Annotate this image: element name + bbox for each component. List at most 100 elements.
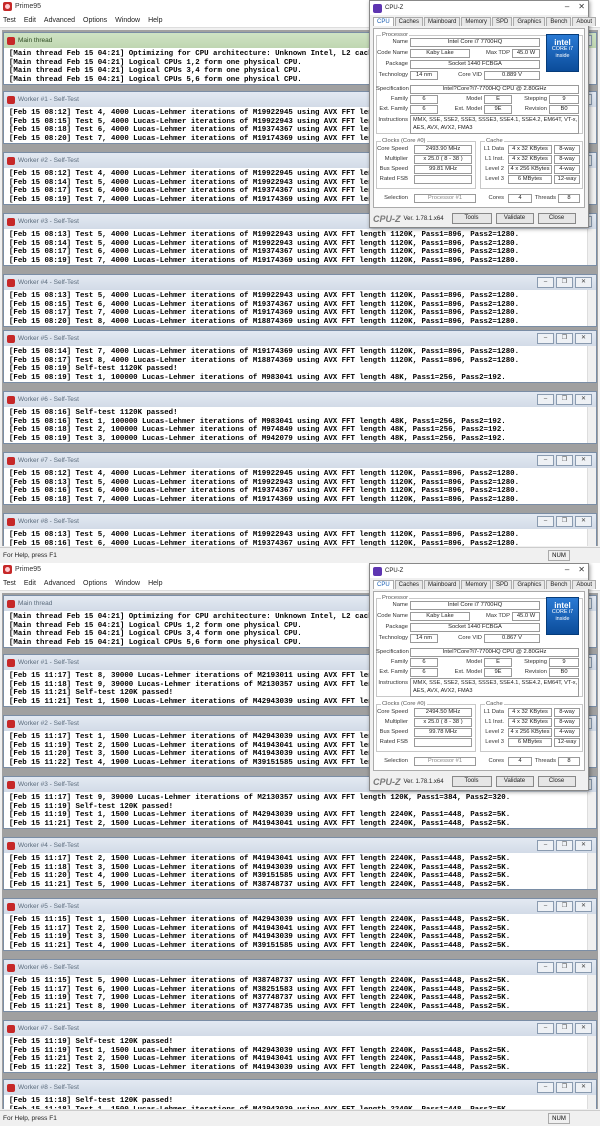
cpuz-titlebar[interactable]: CPU-Z – ✕: [370, 1, 588, 15]
close-icon[interactable]: ✕: [575, 394, 592, 405]
menu-advanced[interactable]: Advanced: [44, 580, 75, 587]
processor-select[interactable]: Processor #1: [414, 757, 476, 766]
tab-mainboard[interactable]: Mainboard: [424, 580, 461, 589]
cpuz-titlebar[interactable]: CPU-Z – ✕: [370, 564, 588, 578]
vertical-scrollbar[interactable]: [587, 529, 596, 546]
minimize-icon[interactable]: –: [537, 277, 554, 288]
close-icon[interactable]: ✕: [578, 2, 585, 11]
minimize-icon[interactable]: –: [537, 516, 554, 527]
menu-test[interactable]: Test: [3, 580, 16, 587]
minimize-icon[interactable]: –: [565, 2, 569, 11]
child-window-worker-5-self-test[interactable]: Worker #5 - Self-Test – ❐ ✕ [Feb 15 08:14] T…: [3, 330, 597, 383]
tab-graphics[interactable]: Graphics: [513, 580, 546, 589]
menu-window[interactable]: Window: [115, 17, 140, 24]
validate-button[interactable]: Validate: [495, 213, 534, 224]
restore-icon[interactable]: ❐: [556, 455, 573, 466]
close-icon[interactable]: ✕: [575, 1082, 592, 1093]
tab-mainboard[interactable]: Mainboard: [424, 17, 461, 26]
child-window-worker-4-self-test[interactable]: Worker #4 - Self-Test – ❐ ✕ [Feb 15 08:13] T…: [3, 274, 597, 327]
cpuz-window[interactable]: CPU-Z – ✕ CPU Caches Mainboard Memory SPD Graphi…: [369, 0, 597, 228]
close-button[interactable]: Close: [537, 776, 576, 787]
minimize-icon[interactable]: –: [565, 565, 569, 574]
child-window-worker-4-self-test[interactable]: Worker #4 - Self-Test – ❐ ✕ [Feb 15 11:17] T…: [3, 837, 597, 890]
tab-about[interactable]: About: [572, 17, 597, 26]
child-titlebar[interactable]: Worker #7 - Self-Test – ❐ ✕: [4, 453, 596, 468]
tab-memory[interactable]: Memory: [461, 17, 492, 26]
minimize-icon[interactable]: –: [537, 394, 554, 405]
vertical-scrollbar[interactable]: [587, 914, 596, 950]
close-icon[interactable]: ✕: [575, 901, 592, 912]
menu-window[interactable]: Window: [115, 580, 140, 587]
child-window-worker-6-self-test[interactable]: Worker #6 - Self-Test – ❐ ✕ [Feb 15 11:15] T…: [3, 959, 597, 1012]
tab-caches[interactable]: Caches: [394, 580, 424, 589]
tab-cpu[interactable]: CPU: [373, 17, 394, 26]
child-window-worker-8-self-test[interactable]: Worker #8 - Self-Test – ❐ ✕ [Feb 15 08:13] T…: [3, 513, 597, 546]
child-titlebar[interactable]: Worker #8 - Self-Test – ❐ ✕: [4, 514, 596, 529]
close-icon[interactable]: ✕: [575, 455, 592, 466]
child-window-worker-7-self-test[interactable]: Worker #7 - Self-Test – ❐ ✕ [Feb 15 11:19] S…: [3, 1020, 597, 1073]
cpuz-window[interactable]: CPU-Z – ✕ CPU Caches Mainboard Memory SPD Graphi…: [369, 563, 597, 791]
minimize-icon[interactable]: –: [537, 962, 554, 973]
menu-test[interactable]: Test: [3, 17, 16, 24]
processor-select[interactable]: Processor #1: [414, 194, 476, 203]
tab-spd[interactable]: SPD: [492, 580, 513, 589]
close-icon[interactable]: ✕: [575, 333, 592, 344]
close-button[interactable]: Close: [537, 213, 576, 224]
child-titlebar[interactable]: Worker #7 - Self-Test – ❐ ✕: [4, 1021, 596, 1036]
menu-options[interactable]: Options: [83, 17, 107, 24]
tab-cpu[interactable]: CPU: [373, 580, 394, 589]
vertical-scrollbar[interactable]: [587, 290, 596, 326]
restore-icon[interactable]: ❐: [556, 901, 573, 912]
restore-icon[interactable]: ❐: [556, 516, 573, 527]
child-titlebar[interactable]: Worker #8 - Self-Test – ❐ ✕: [4, 1080, 596, 1095]
vertical-scrollbar[interactable]: [587, 229, 596, 265]
close-icon[interactable]: ✕: [575, 962, 592, 973]
restore-icon[interactable]: ❐: [556, 840, 573, 851]
close-icon[interactable]: ✕: [575, 1023, 592, 1034]
tab-graphics[interactable]: Graphics: [513, 17, 546, 26]
restore-icon[interactable]: ❐: [556, 962, 573, 973]
tab-caches[interactable]: Caches: [394, 17, 424, 26]
child-titlebar[interactable]: Worker #4 - Self-Test – ❐ ✕: [4, 275, 596, 290]
vertical-scrollbar[interactable]: [587, 1036, 596, 1072]
child-titlebar[interactable]: Worker #4 - Self-Test – ❐ ✕: [4, 838, 596, 853]
vertical-scrollbar[interactable]: [587, 468, 596, 504]
minimize-icon[interactable]: –: [537, 1082, 554, 1093]
menu-help[interactable]: Help: [148, 580, 162, 587]
menu-options[interactable]: Options: [83, 580, 107, 587]
child-window-worker-6-self-test[interactable]: Worker #6 - Self-Test – ❐ ✕ [Feb 15 08:16] S…: [3, 391, 597, 444]
vertical-scrollbar[interactable]: [587, 853, 596, 889]
tab-memory[interactable]: Memory: [461, 580, 492, 589]
child-window-worker-8-self-test[interactable]: Worker #8 - Self-Test – ❐ ✕ [Feb 15 11:18] S…: [3, 1079, 597, 1109]
minimize-icon[interactable]: –: [537, 901, 554, 912]
close-icon[interactable]: ✕: [578, 565, 585, 574]
vertical-scrollbar[interactable]: [587, 975, 596, 1011]
child-titlebar[interactable]: Worker #5 - Self-Test – ❐ ✕: [4, 331, 596, 346]
menu-help[interactable]: Help: [148, 17, 162, 24]
minimize-icon[interactable]: –: [537, 333, 554, 344]
menu-edit[interactable]: Edit: [24, 580, 36, 587]
child-window-worker-5-self-test[interactable]: Worker #5 - Self-Test – ❐ ✕ [Feb 15 11:15] T…: [3, 898, 597, 951]
child-window-worker-7-self-test[interactable]: Worker #7 - Self-Test – ❐ ✕ [Feb 15 08:12] T…: [3, 452, 597, 505]
minimize-icon[interactable]: –: [537, 1023, 554, 1034]
close-icon[interactable]: ✕: [575, 277, 592, 288]
vertical-scrollbar[interactable]: [587, 792, 596, 828]
restore-icon[interactable]: ❐: [556, 1023, 573, 1034]
child-titlebar[interactable]: Worker #6 - Self-Test – ❐ ✕: [4, 392, 596, 407]
child-titlebar[interactable]: Worker #5 - Self-Test – ❐ ✕: [4, 899, 596, 914]
restore-icon[interactable]: ❐: [556, 277, 573, 288]
tools-button[interactable]: Tools: [451, 776, 492, 787]
vertical-scrollbar[interactable]: [587, 1095, 596, 1109]
tab-about[interactable]: About: [572, 580, 597, 589]
minimize-icon[interactable]: –: [537, 840, 554, 851]
restore-icon[interactable]: ❐: [556, 333, 573, 344]
tab-bench[interactable]: Bench: [546, 580, 572, 589]
restore-icon[interactable]: ❐: [556, 394, 573, 405]
close-icon[interactable]: ✕: [575, 516, 592, 527]
vertical-scrollbar[interactable]: [587, 407, 596, 443]
menu-advanced[interactable]: Advanced: [44, 17, 75, 24]
tools-button[interactable]: Tools: [451, 213, 492, 224]
menu-edit[interactable]: Edit: [24, 17, 36, 24]
minimize-icon[interactable]: –: [537, 455, 554, 466]
tab-spd[interactable]: SPD: [492, 17, 513, 26]
